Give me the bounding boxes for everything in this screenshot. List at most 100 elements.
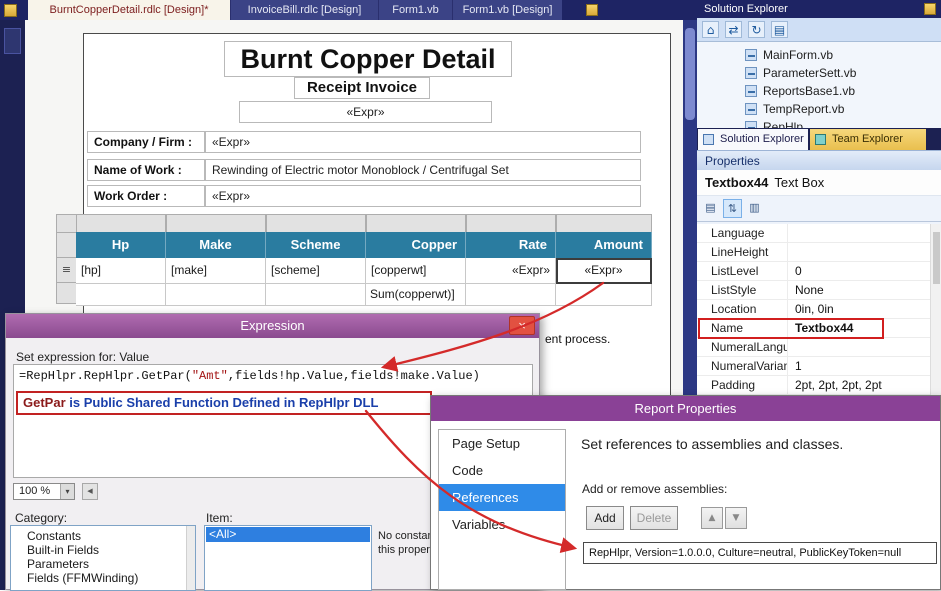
chevron-down-icon[interactable]: ▾ [60,484,74,499]
report-title-textbox[interactable]: Burnt Copper Detail [224,41,512,77]
row-handle-header[interactable] [56,232,77,258]
zoom-dropdown[interactable]: 100 % ▾ [13,483,75,500]
property-value[interactable] [787,224,930,242]
tree-item-mainform[interactable]: MainForm.vb [697,46,941,64]
toolbox-icon[interactable] [4,28,21,54]
alphabetical-sort-icon[interactable]: ⇅ [723,199,742,218]
column-handle[interactable] [76,214,166,233]
property-pages-icon[interactable]: ▥ [745,199,764,218]
home-icon[interactable]: ⌂ [702,21,719,38]
column-handle[interactable] [266,214,366,233]
category-scrollbar[interactable] [186,526,195,590]
tree-item-parametersett[interactable]: ParameterSett.vb [697,64,941,82]
footer-cell-sum[interactable]: Sum(copperwt)] [366,284,466,306]
expression-text[interactable]: =RepHlpr.RepHlpr.GetPar("Amt",fields!hp.… [19,369,480,383]
solution-tree: MainForm.vb ParameterSett.vb ReportsBase… [697,42,941,128]
tab-form1-design[interactable]: Form1.vb [Design] [452,0,562,20]
category-parameters[interactable]: Parameters [11,557,195,571]
report-properties-titlebar[interactable]: Report Properties [431,396,940,421]
tab-team-explorer[interactable]: Team Explorer [810,129,926,150]
tab-burntcopperdetail[interactable]: BurntCopperDetail.rdlc [Design]* [28,0,230,20]
category-constants[interactable]: Constants [11,529,195,543]
field-value-work[interactable]: Rewinding of Electric motor Monoblock / … [205,159,641,181]
nav-references[interactable]: References [439,484,565,511]
sync-icon[interactable]: ⇄ [725,21,742,38]
footer-cell[interactable] [166,284,266,306]
refresh-icon[interactable]: ↻ [748,21,765,38]
scrollbar-thumb[interactable] [933,232,940,284]
tablix-corner-handle[interactable] [56,214,77,233]
scrollbar-thumb[interactable] [685,28,695,120]
tree-item-tempreport[interactable]: TempReport.vb [697,100,941,118]
tree-item-rephlp[interactable]: RepHlp [697,118,941,128]
properties-header[interactable]: Properties [697,150,941,170]
header-cell-amount[interactable]: Amount [556,232,652,258]
header-cell-hp[interactable]: Hp [76,232,166,258]
add-button[interactable]: Add [586,506,624,530]
scroll-left-icon[interactable]: ◀ [82,483,98,500]
column-handle[interactable] [166,214,266,233]
column-handle[interactable] [466,214,556,233]
move-up-icon[interactable]: ▲ [701,507,723,529]
property-row-listlevel: ListLevel 0 [697,262,930,281]
delete-button[interactable]: Delete [630,506,678,530]
collapse-all-icon[interactable]: ▤ [771,21,788,38]
data-cell-amount-expr-selected[interactable]: «Expr» [556,258,652,284]
field-value-company[interactable]: «Expr» [205,131,641,153]
header-cell-copper[interactable]: Copper [366,232,466,258]
property-value[interactable]: None [787,281,930,299]
field-label-workorder[interactable]: Work Order : [87,185,205,207]
nav-page-setup[interactable]: Page Setup [439,430,565,457]
report-properties-dialog[interactable]: Report Properties Page Setup Code Refere… [430,395,941,590]
report-expr-textbox[interactable]: «Expr» [239,101,492,123]
header-cell-rate[interactable]: Rate [466,232,556,258]
property-value[interactable] [787,338,930,356]
tab-invoicebill[interactable]: InvoiceBill.rdlc [Design] [230,0,378,20]
move-down-icon[interactable]: ▼ [725,507,747,529]
tab-form1-code[interactable]: Form1.vb [378,0,452,20]
column-handle[interactable] [366,214,466,233]
row-handle-footer[interactable] [56,282,77,304]
expression-dialog-titlebar[interactable]: Expression [6,314,539,338]
property-value[interactable]: 1 [787,357,930,375]
footer-cell[interactable] [466,284,556,306]
toolbar-overflow-icon[interactable] [586,4,598,16]
assembly-reference-field[interactable]: RepHlpr, Version=1.0.0.0, Culture=neutra… [583,542,937,564]
footer-cell[interactable] [556,284,652,306]
tab-solution-explorer[interactable]: Solution Explorer [698,129,808,150]
panel-options-icon[interactable] [924,3,936,15]
header-cell-scheme[interactable]: Scheme [266,232,366,258]
field-value-workorder[interactable]: «Expr» [205,185,641,207]
close-icon[interactable]: × [509,316,535,335]
data-cell-scheme[interactable]: [scheme] [266,258,366,284]
item-all-selected[interactable]: <All> [206,527,370,542]
data-cell-hp[interactable]: [hp] [76,258,166,284]
footer-cell[interactable] [76,284,166,306]
data-cell-rate-expr[interactable]: «Expr» [466,258,556,284]
data-cell-make[interactable]: [make] [166,258,266,284]
property-value[interactable]: 0 [787,262,930,280]
property-value[interactable]: 0in, 0in [787,300,930,318]
data-cell-copperwt[interactable]: [copperwt] [366,258,466,284]
category-builtin-fields[interactable]: Built-in Fields [11,543,195,557]
item-listbox[interactable]: <All> [204,525,372,591]
properties-object-selector[interactable]: Textbox44 Text Box [697,170,941,196]
solution-explorer-header[interactable]: Solution Explorer [697,0,941,18]
nav-code[interactable]: Code [439,457,565,484]
header-cell-make[interactable]: Make [166,232,266,258]
nav-variables[interactable]: Variables [439,511,565,538]
field-label-company[interactable]: Company / Firm : [87,131,205,153]
app-menu-icon[interactable] [4,4,17,17]
field-label-work[interactable]: Name of Work : [87,159,205,181]
report-subtitle-textbox[interactable]: Receipt Invoice [294,77,430,99]
footer-cell[interactable] [266,284,366,306]
categorized-icon[interactable]: ▤ [701,199,720,218]
tablix-column-handles[interactable] [76,214,652,233]
row-handle-data[interactable]: ≡ [56,257,77,283]
property-value[interactable]: 2pt, 2pt, 2pt, 2pt [787,376,930,394]
column-handle[interactable] [556,214,652,233]
tree-item-reportsbase1[interactable]: ReportsBase1.vb [697,82,941,100]
property-value[interactable] [787,243,930,261]
category-fields-ffmwinding[interactable]: Fields (FFMWinding) [11,571,195,585]
category-listbox[interactable]: Constants Built-in Fields Parameters Fie… [10,525,196,591]
